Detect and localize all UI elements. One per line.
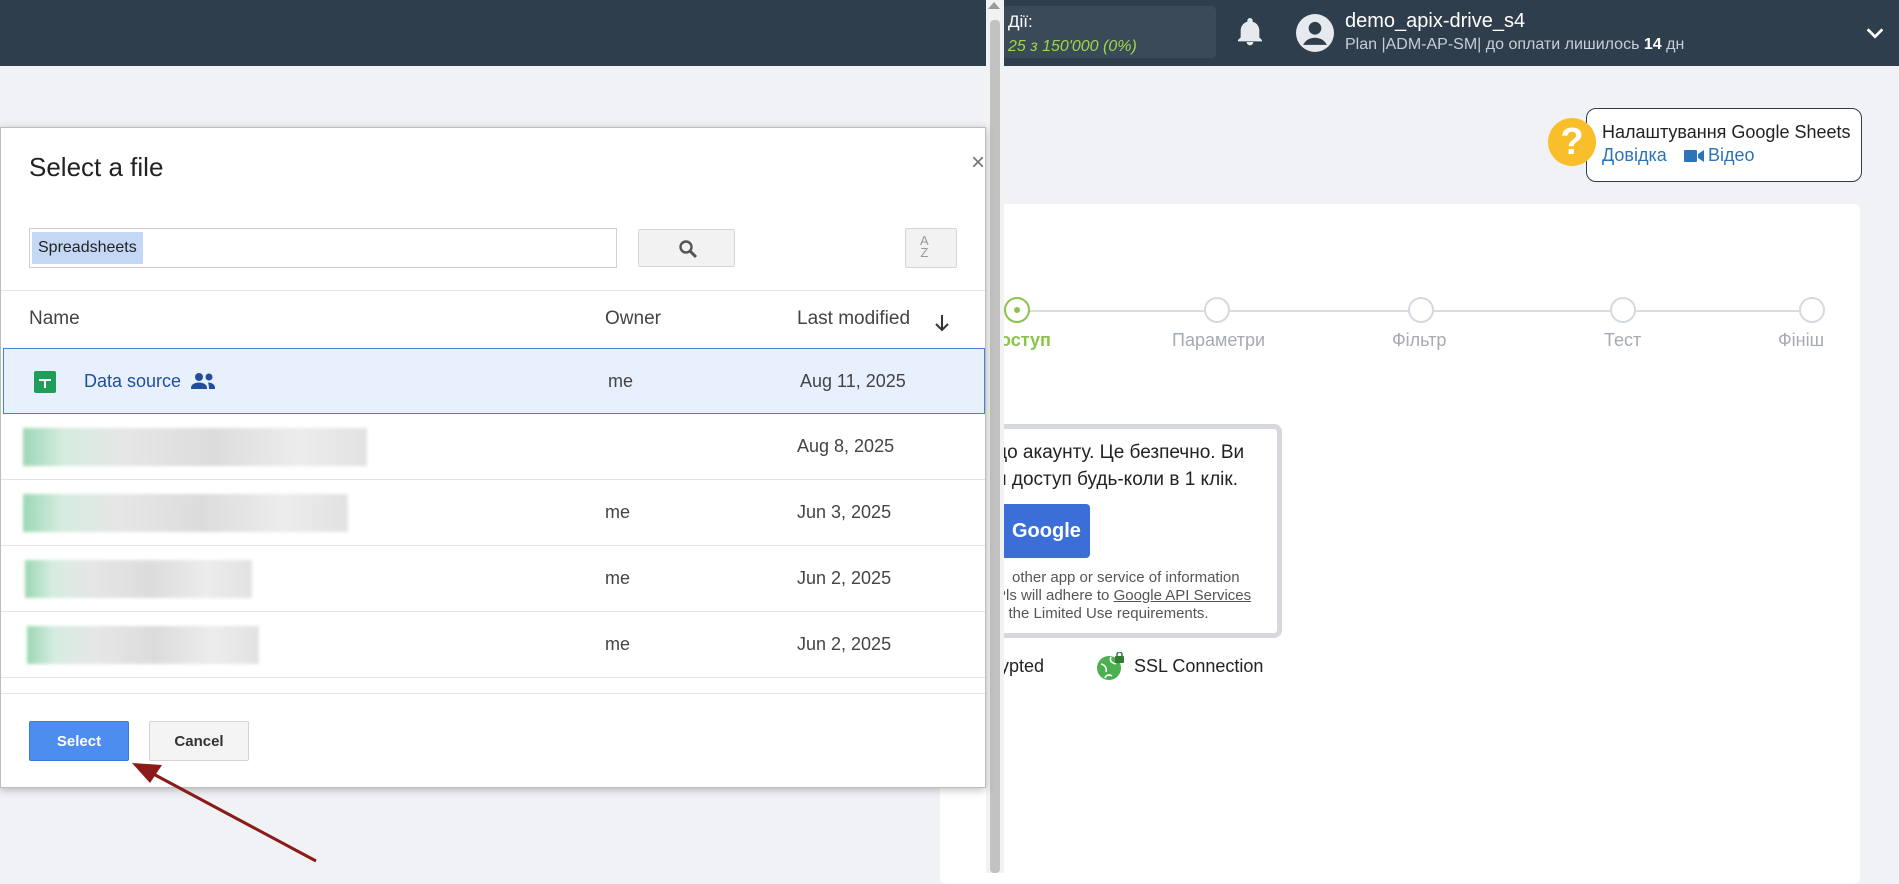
steps-line xyxy=(1000,310,1812,312)
file-modified: Aug 11, 2025 xyxy=(800,371,906,391)
user-plan: Plan |ADM-AP-SM| до оплати лишилось 14 д… xyxy=(1345,36,1684,54)
file-owner: me xyxy=(605,568,631,588)
footer-divider xyxy=(1,693,985,694)
file-modified: Jun 2, 2025 xyxy=(797,568,892,588)
user-name[interactable]: demo_apix-drive_s4 xyxy=(1345,10,1525,33)
file-row[interactable]: me Jun 2, 2025 xyxy=(1,612,985,678)
scroll-thumb[interactable] xyxy=(990,20,1000,873)
file-owner: me xyxy=(605,502,631,522)
help-link[interactable]: Довідка xyxy=(1602,145,1667,166)
file-row[interactable]: me Jun 3, 2025 xyxy=(1,480,985,546)
actions-title: Дії: xyxy=(1008,12,1033,31)
search-query-text: Spreadsheets xyxy=(32,232,143,264)
redacted-file-name xyxy=(25,560,252,598)
step-dot-test[interactable] xyxy=(1610,297,1636,323)
spreadsheet-icon xyxy=(34,371,56,393)
step-label-finish: Фініш xyxy=(1778,330,1825,350)
chevron-down-icon[interactable] xyxy=(1864,22,1886,44)
connect-text-line2: и доступ будь-коли в 1 клік. xyxy=(996,469,1238,490)
actions-count: 25 з 150'000 (0%) xyxy=(1008,38,1137,55)
encrypted-label: ypted xyxy=(1000,656,1045,676)
policy-text-line2: Pls will adhere to Google API Services xyxy=(996,587,1251,604)
step-label-access: оступ xyxy=(1000,330,1051,350)
search-box[interactable]: Spreadsheets xyxy=(29,228,617,268)
close-icon[interactable]: × xyxy=(967,151,989,175)
google-connect-label: Google xyxy=(1012,520,1081,542)
column-header-modified[interactable]: Last modified xyxy=(797,308,910,330)
search-icon xyxy=(679,240,698,259)
redacted-file-name xyxy=(23,428,367,466)
plan-prefix: Plan |ADM-AP-SM| до оплати лишилось xyxy=(1345,36,1644,53)
video-link-label: Відео xyxy=(1708,145,1755,165)
file-modified: Jun 2, 2025 xyxy=(797,634,892,654)
file-row[interactable]: Aug 8, 2025 xyxy=(1,414,985,480)
video-link[interactable]: Відео xyxy=(1684,145,1755,166)
actions-counter[interactable]: Дії: 25 з 150'000 (0%) xyxy=(990,6,1216,58)
file-name: Data source xyxy=(84,371,182,391)
column-header-owner[interactable]: Owner xyxy=(605,308,661,330)
sort-az-icon: AZ xyxy=(920,233,929,260)
column-header-name[interactable]: Name xyxy=(29,308,80,330)
step-dot-parameters[interactable] xyxy=(1204,297,1230,323)
file-row[interactable]: me Jun 2, 2025 xyxy=(1,546,985,612)
redacted-file-name xyxy=(27,626,259,664)
user-avatar-icon[interactable] xyxy=(1296,14,1334,52)
bell-icon[interactable] xyxy=(1234,16,1266,48)
annotation-arrow-icon xyxy=(132,763,317,863)
file-owner: me xyxy=(608,371,634,391)
dialog-title: Select a file xyxy=(29,152,164,182)
plan-suffix: дн xyxy=(1661,36,1685,53)
ssl-globe-lock-icon xyxy=(1097,652,1124,680)
policy-text-line1: other app or service of information xyxy=(1012,569,1240,586)
step-label-test: Тест xyxy=(1604,330,1642,350)
file-row-data-source[interactable]: Data source me Aug 11, 2025 xyxy=(3,348,985,414)
connect-text-line1: до акаунту. Це безпечно. Ви xyxy=(996,442,1245,463)
policy-prefix: Pls will adhere to xyxy=(996,587,1114,604)
select-button[interactable]: Select xyxy=(29,721,129,761)
file-owner: me xyxy=(605,634,631,654)
sort-arrow-down-icon[interactable] xyxy=(931,312,953,334)
policy-text-line3: g the Limited Use requirements. xyxy=(996,605,1209,622)
redacted-file-name xyxy=(23,494,348,532)
shared-people-icon xyxy=(191,373,215,389)
step-dot-access[interactable] xyxy=(1004,297,1030,323)
step-dot-finish[interactable] xyxy=(1799,297,1825,323)
file-modified: Aug 8, 2025 xyxy=(797,436,895,456)
help-title: Налаштування Google Sheets xyxy=(1602,122,1851,142)
step-dot-filter[interactable] xyxy=(1408,297,1434,323)
step-label-parameters: Параметри xyxy=(1172,330,1266,350)
page-scrollbar[interactable] xyxy=(986,0,1004,873)
sort-az-button[interactable]: AZ xyxy=(905,228,957,268)
video-camera-icon xyxy=(1684,150,1704,162)
file-modified: Jun 3, 2025 xyxy=(797,502,892,522)
header-divider xyxy=(1,290,985,291)
scroll-up-arrow-icon[interactable] xyxy=(988,2,1000,9)
file-picker-dialog: Select a file × Spreadsheets AZ Name Own… xyxy=(0,127,986,788)
question-icon: ? xyxy=(1548,118,1596,166)
search-button[interactable] xyxy=(638,229,735,267)
plan-days: 14 xyxy=(1643,36,1662,53)
google-api-services-link[interactable]: Google API Services xyxy=(1114,587,1252,604)
ssl-label: SSL Connection xyxy=(1134,656,1264,676)
step-label-filter: Фільтр xyxy=(1392,330,1447,350)
top-bar: Дії: 25 з 150'000 (0%) demo_apix-drive_s… xyxy=(0,0,1899,66)
